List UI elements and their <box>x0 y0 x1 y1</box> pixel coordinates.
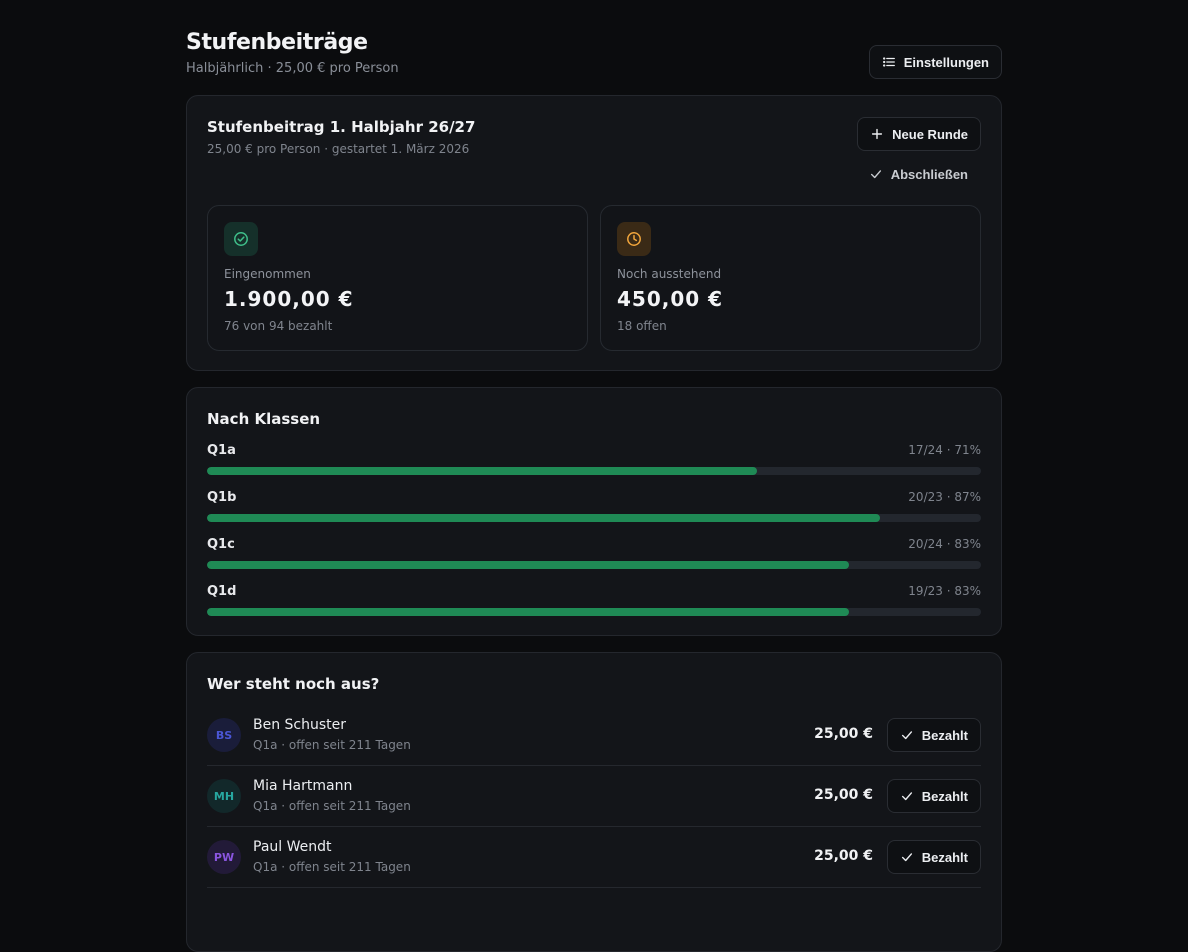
mark-paid-label: Bezahlt <box>921 788 968 804</box>
plus-icon <box>872 128 883 140</box>
outstanding-card: Wer steht noch aus? BS Ben Schuster Q1a · … <box>186 652 1002 952</box>
page-subtitle: Halbjährlich · 25,00 € pro Person <box>186 61 399 76</box>
check-icon <box>901 792 912 801</box>
page-header: Stufenbeiträge Halbjährlich · 25,00 € pr… <box>186 0 1002 95</box>
clock-icon <box>617 222 651 256</box>
outstanding-value: 450,00 € <box>617 287 724 311</box>
list-icon <box>882 57 895 67</box>
class-progress-bar <box>207 467 981 475</box>
class-name: Q1c <box>207 537 235 552</box>
round-card: Stufenbeitrag 1. Halbjahr 26/27 25,00 € … <box>186 95 1002 371</box>
class-progress-fill <box>207 561 850 569</box>
class-progress-fill <box>207 608 850 616</box>
page-title: Stufenbeiträge <box>186 30 368 55</box>
class-progress-bar <box>207 608 981 616</box>
check-icon <box>901 731 912 740</box>
person-meta: Q1a · offen seit 211 Tagen <box>253 799 411 813</box>
person-row: MH Mia Hartmann Q1a · offen seit 211 Tagen… <box>207 766 981 827</box>
round-title: Stufenbeitrag 1. Halbjahr 26/27 <box>207 118 476 136</box>
class-name: Q1a <box>207 443 236 458</box>
check-circle-icon <box>224 222 258 256</box>
class-name: Q1b <box>207 490 237 505</box>
amount: 25,00 € <box>814 848 873 864</box>
classes-title: Nach Klassen <box>207 410 321 428</box>
person-meta: Q1a · offen seit 211 Tagen <box>253 860 411 874</box>
close-round-label: Abschließen <box>890 166 968 182</box>
outstanding-note: 18 offen <box>617 319 667 333</box>
person-row: PW Paul Wendt Q1a · offen seit 211 Tagen 25… <box>207 827 981 888</box>
class-row: Q1a 17/24 · 71% <box>207 443 981 490</box>
mark-paid-button[interactable]: Bezahlt <box>886 779 981 813</box>
class-row: Q1c 20/24 · 83% <box>207 537 981 584</box>
class-progress-fill <box>207 514 881 522</box>
amount: 25,00 € <box>814 787 873 803</box>
class-row: Q1d 19/23 · 83% <box>207 584 981 631</box>
collected-stat: Eingenommen 1.900,00 € 76 von 94 bezahlt <box>207 205 588 351</box>
settings-button[interactable]: Einstellungen <box>868 45 1002 79</box>
person-name: Paul Wendt <box>253 839 332 855</box>
check-icon <box>901 853 912 862</box>
avatar: BS <box>207 718 241 752</box>
person-name: Mia Hartmann <box>253 778 353 794</box>
person-row: BS Ben Schuster Q1a · offen seit 211 Tagen… <box>207 705 981 766</box>
class-row: Q1b 20/23 · 87% <box>207 490 981 537</box>
classes-card: Nach Klassen Q1a 17/24 · 71% Q1b 20/23 · 87… <box>186 387 1002 636</box>
collected-value: 1.900,00 € <box>224 287 354 311</box>
person-meta: Q1a · offen seit 211 Tagen <box>253 738 411 752</box>
mark-paid-button[interactable]: Bezahlt <box>886 718 981 752</box>
mark-paid-button[interactable]: Bezahlt <box>886 840 981 874</box>
new-round-button[interactable]: Neue Runde <box>857 117 981 151</box>
mark-paid-label: Bezahlt <box>921 727 968 743</box>
avatar: MH <box>207 779 241 813</box>
collected-label: Eingenommen <box>224 267 311 281</box>
outstanding-list: BS Ben Schuster Q1a · offen seit 211 Tagen… <box>207 705 981 888</box>
check-icon <box>870 170 881 179</box>
class-progress-fill <box>207 467 757 475</box>
settings-button-label: Einstellungen <box>903 54 989 70</box>
outstanding-stat: Noch ausstehend 450,00 € 18 offen <box>600 205 981 351</box>
outstanding-title: Wer steht noch aus? <box>207 675 380 693</box>
amount: 25,00 € <box>814 726 873 742</box>
class-stats: 20/23 · 87% <box>908 490 981 504</box>
mark-paid-label: Bezahlt <box>921 849 968 865</box>
round-subtitle: 25,00 € pro Person · gestartet 1. März 2… <box>207 142 470 156</box>
avatar: PW <box>207 840 241 874</box>
class-stats: 19/23 · 83% <box>908 584 981 598</box>
collected-note: 76 von 94 bezahlt <box>224 319 333 333</box>
classes-list: Q1a 17/24 · 71% Q1b 20/23 · 87% Q1c 20/24 · 8… <box>207 443 981 631</box>
class-progress-bar <box>207 561 981 569</box>
class-stats: 20/24 · 83% <box>908 537 981 551</box>
close-round-button[interactable]: Abschließen <box>856 157 981 191</box>
class-name: Q1d <box>207 584 237 599</box>
person-name: Ben Schuster <box>253 717 347 733</box>
class-progress-bar <box>207 514 981 522</box>
new-round-label: Neue Runde <box>892 126 968 142</box>
class-stats: 17/24 · 71% <box>908 443 981 457</box>
outstanding-label: Noch ausstehend <box>617 267 722 281</box>
